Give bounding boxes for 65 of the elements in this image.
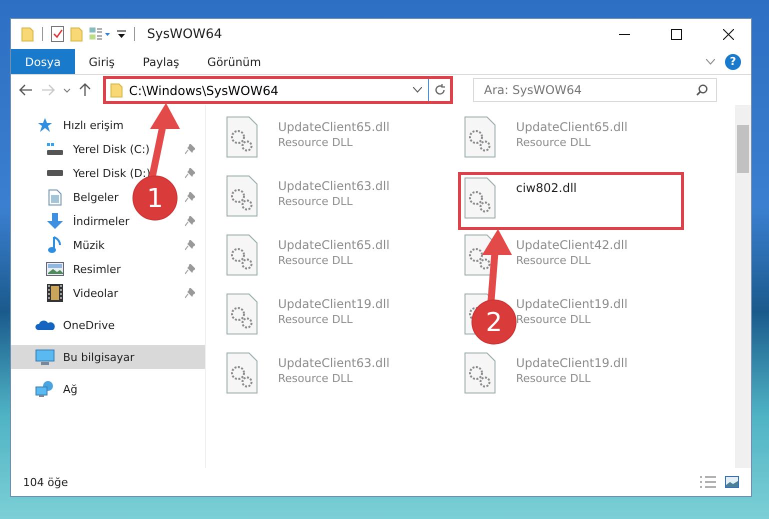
music-note-icon [48,236,62,254]
ribbon-tab[interactable]: Paylaş [128,49,194,74]
file-type: Resource DLL [516,313,592,326]
file-type: Resource DLL [278,254,354,267]
star-icon [37,117,53,133]
dll-file-icon [464,116,496,158]
callout-number: 2 [486,308,502,338]
dll-file-icon [464,177,496,219]
scroll-thumb[interactable] [737,125,749,173]
sidebar-item[interactable]: Resimler [11,257,205,281]
sidebar-item[interactable]: Müzik [11,233,205,257]
ribbon-tab[interactable]: Giriş [74,49,129,74]
sidebar-item[interactable]: Ağ [11,377,205,401]
dll-file-icon [226,352,258,394]
thumbnail-view-icon[interactable] [725,476,739,488]
search-icon [696,84,708,96]
sidebar-item[interactable]: Yerel Disk (D:) [11,161,205,185]
film-icon [47,284,63,302]
drive-icon [46,169,64,177]
search-box[interactable]: Ara: SysWOW64 [473,78,717,102]
item-count: 104 öğe [23,476,68,488]
sidebar-item[interactable]: Yerel Disk (C:) [11,137,205,161]
dll-file-icon [226,175,258,217]
network-icon [35,380,55,398]
file-type: Resource DLL [278,136,354,149]
file-type: Resource DLL [516,136,592,149]
close-icon [722,28,734,40]
help-button[interactable]: ? [725,54,741,70]
file-type: Resource DLL [516,254,592,267]
document-icon [48,188,62,206]
chevron-down-icon[interactable] [413,87,422,93]
dll-file-icon [226,234,258,276]
drive-icon [46,142,64,156]
up-button[interactable] [79,83,91,97]
dll-file-icon [226,116,258,158]
file-type: Resource DLL [278,195,354,208]
refresh-icon [434,84,446,96]
ribbon-tab[interactable]: Dosya [11,49,75,74]
ribbon-tab[interactable]: Görünüm [193,49,276,74]
chevron-down-icon[interactable] [706,58,715,64]
dll-file-icon [226,293,258,335]
file-type: Resource DLL [516,372,592,385]
sidebar-item[interactable]: Hızlı erişim [11,113,205,137]
file-type: Resource DLL [278,372,354,385]
window-title: SysWOW64 [147,26,222,42]
maximize-icon [670,28,682,40]
file-type: Resource DLL [278,313,354,326]
details-view-icon[interactable] [699,476,717,488]
sidebar-item[interactable]: Bu bilgisayar [11,345,205,369]
picture-icon [46,262,64,276]
properties-icon[interactable] [89,27,111,41]
scrollbar[interactable] [735,105,751,468]
back-button[interactable] [19,84,33,96]
dropdown-icon[interactable] [117,30,126,38]
sidebar-item[interactable]: Videolar [11,281,205,305]
checklist-icon[interactable] [51,26,64,42]
address-field[interactable]: C:\Windows\SysWOW64 [103,76,453,104]
computer-icon [35,348,55,366]
down-arrow-icon [46,212,64,230]
file-name[interactable]: ciw802.dll [516,181,577,195]
dll-file-icon [464,352,496,394]
callout-badge [472,300,516,344]
cloud-icon [35,319,55,331]
sidebar-item[interactable]: OneDrive [11,313,205,337]
recent-dropdown-button[interactable] [63,88,71,92]
